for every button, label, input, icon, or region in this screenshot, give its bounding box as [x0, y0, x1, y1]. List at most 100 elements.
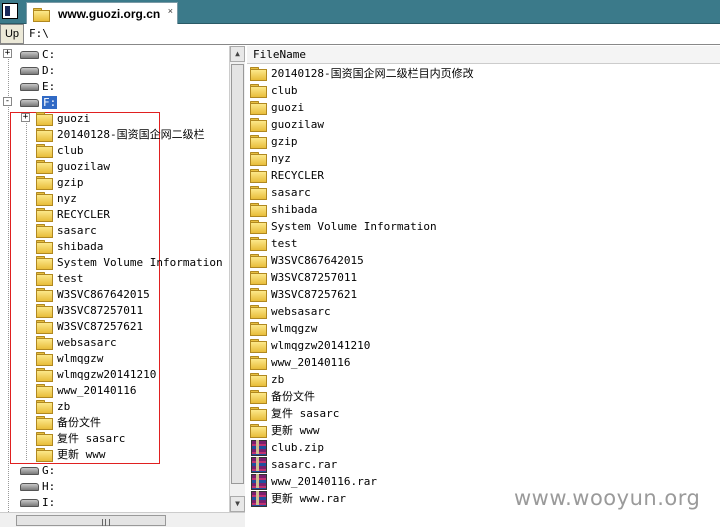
scroll-down-icon[interactable]: ▼	[230, 496, 245, 512]
file-row[interactable]: 复件 sasarc	[250, 405, 339, 421]
tree-label: nyz	[57, 191, 77, 205]
path-bar: Up F:\	[0, 24, 720, 45]
file-name: 复件 sasarc	[271, 407, 340, 420]
file-row[interactable]: guozi	[250, 99, 304, 115]
folder-icon	[36, 208, 53, 222]
tree-folder[interactable]: sasarc	[36, 222, 97, 238]
tree-folder[interactable]: 20140128-国资国企网二级栏	[36, 126, 205, 142]
folder-icon	[250, 254, 267, 268]
tree-folder[interactable]: W3SVC867642015	[36, 286, 150, 302]
tree-folder[interactable]: wlmqgzw20141210	[36, 366, 156, 382]
file-row[interactable]: zb	[250, 371, 284, 387]
file-row[interactable]: System Volume Information	[250, 218, 437, 234]
app-icon[interactable]	[2, 3, 18, 19]
file-row[interactable]: club	[250, 82, 298, 98]
tree-label: guozi	[57, 111, 91, 125]
file-row[interactable]: shibada	[250, 201, 317, 217]
folder-icon	[36, 192, 53, 206]
folder-icon	[36, 112, 53, 126]
file-row[interactable]: guozilaw	[250, 116, 324, 132]
file-row[interactable]: 备份文件	[250, 388, 315, 404]
tree-folder[interactable]: gzip	[36, 174, 84, 190]
folder-icon	[36, 144, 53, 158]
file-row[interactable]: 20140128-国资国企网二级栏目内页修改	[250, 65, 474, 81]
tree-folder[interactable]: + guozi	[21, 110, 90, 126]
folder-icon	[36, 352, 53, 366]
file-row[interactable]: nyz	[250, 150, 291, 166]
tree-folder[interactable]: zb	[36, 398, 70, 414]
tree-label: 更新 www	[57, 448, 106, 461]
folder-icon	[250, 169, 267, 183]
file-row[interactable]: 更新 www	[250, 422, 320, 438]
tree-folder[interactable]: 复件 sasarc	[36, 430, 125, 446]
file-name: W3SVC87257011	[271, 270, 358, 284]
file-row[interactable]: W3SVC867642015	[250, 252, 364, 268]
tree-folder[interactable]: nyz	[36, 190, 77, 206]
tree-drive-e[interactable]: E:	[19, 78, 55, 94]
folder-icon	[250, 407, 267, 421]
file-row[interactable]: www_20140116	[250, 354, 350, 370]
archive-icon	[250, 440, 267, 456]
file-row[interactable]: sasarc.rar	[250, 456, 338, 473]
tree-drive-c[interactable]: + C:	[3, 46, 55, 62]
path-input[interactable]: F:\	[27, 26, 717, 42]
folder-icon	[250, 271, 267, 285]
folder-icon	[250, 67, 267, 81]
tree-folder[interactable]: club	[36, 142, 84, 158]
file-row[interactable]: websasarc	[250, 303, 331, 319]
file-row[interactable]: W3SVC87257011	[250, 269, 357, 285]
tree-folder[interactable]: 更新 www	[36, 446, 106, 462]
expand-icon[interactable]: +	[3, 49, 12, 58]
tree-drive-f[interactable]: - F:	[3, 94, 58, 110]
folder-icon	[250, 322, 267, 336]
file-name: sasarc.rar	[271, 457, 338, 471]
tab-active[interactable]: www.guozi.org.cn ×	[26, 2, 178, 24]
file-row[interactable]: wlmqgzw	[250, 320, 317, 336]
file-row[interactable]: test	[250, 235, 298, 251]
tree-folder[interactable]: shibada	[36, 238, 103, 254]
folder-icon	[250, 356, 267, 370]
archive-icon	[250, 457, 267, 473]
tree-folder[interactable]: RECYCLER	[36, 206, 110, 222]
tree-folder[interactable]: websasarc	[36, 334, 117, 350]
folder-icon	[36, 384, 53, 398]
file-row[interactable]: W3SVC87257621	[250, 286, 357, 302]
file-row[interactable]: sasarc	[250, 184, 311, 200]
tree-folder[interactable]: W3SVC87257621	[36, 318, 143, 334]
collapse-icon[interactable]: -	[3, 97, 12, 106]
file-row[interactable]: club.zip	[250, 439, 324, 456]
tree-drive-g[interactable]: G:	[19, 462, 55, 478]
tab-close-icon[interactable]: ×	[168, 6, 173, 16]
drive-icon	[19, 66, 39, 75]
scroll-up-icon[interactable]: ▲	[230, 46, 245, 62]
file-row[interactable]: gzip	[250, 133, 298, 149]
file-name: 更新 www.rar	[271, 492, 346, 505]
tree-horizontal-scrollbar[interactable]	[0, 512, 245, 527]
tree-folder[interactable]: W3SVC87257011	[36, 302, 143, 318]
up-button[interactable]: Up	[0, 24, 24, 44]
tree-folder[interactable]: www_20140116	[36, 382, 136, 398]
file-row[interactable]: RECYCLER	[250, 167, 324, 183]
folder-icon	[250, 288, 267, 302]
scroll-thumb[interactable]	[16, 515, 166, 526]
folder-icon	[36, 256, 53, 270]
tree-folder[interactable]: test	[36, 270, 84, 286]
tree-folder[interactable]: guozilaw	[36, 158, 110, 174]
scroll-thumb[interactable]	[231, 64, 244, 484]
tree-folder[interactable]: wlmqgzw	[36, 350, 103, 366]
tree-drive-d[interactable]: D:	[19, 62, 55, 78]
expand-icon[interactable]: +	[21, 113, 30, 122]
tree-drive-h[interactable]: H:	[19, 478, 55, 494]
drive-icon	[19, 498, 39, 507]
tree-label: System Volume Information	[57, 255, 223, 269]
tree-vertical-scrollbar[interactable]: ▲ ▼	[229, 46, 245, 512]
tree-folder[interactable]: System Volume Information	[36, 254, 223, 270]
folder-icon	[250, 203, 267, 217]
tree-label: 20140128-国资国企网二级栏	[57, 128, 205, 141]
column-header-filename[interactable]: FileName	[247, 46, 720, 64]
tree-folder[interactable]: 备份文件	[36, 414, 101, 430]
folder-icon	[33, 7, 50, 22]
file-row[interactable]: www_20140116.rar	[250, 473, 377, 490]
file-row[interactable]: 更新 www.rar	[250, 490, 346, 507]
file-row[interactable]: wlmqgzw20141210	[250, 337, 370, 353]
